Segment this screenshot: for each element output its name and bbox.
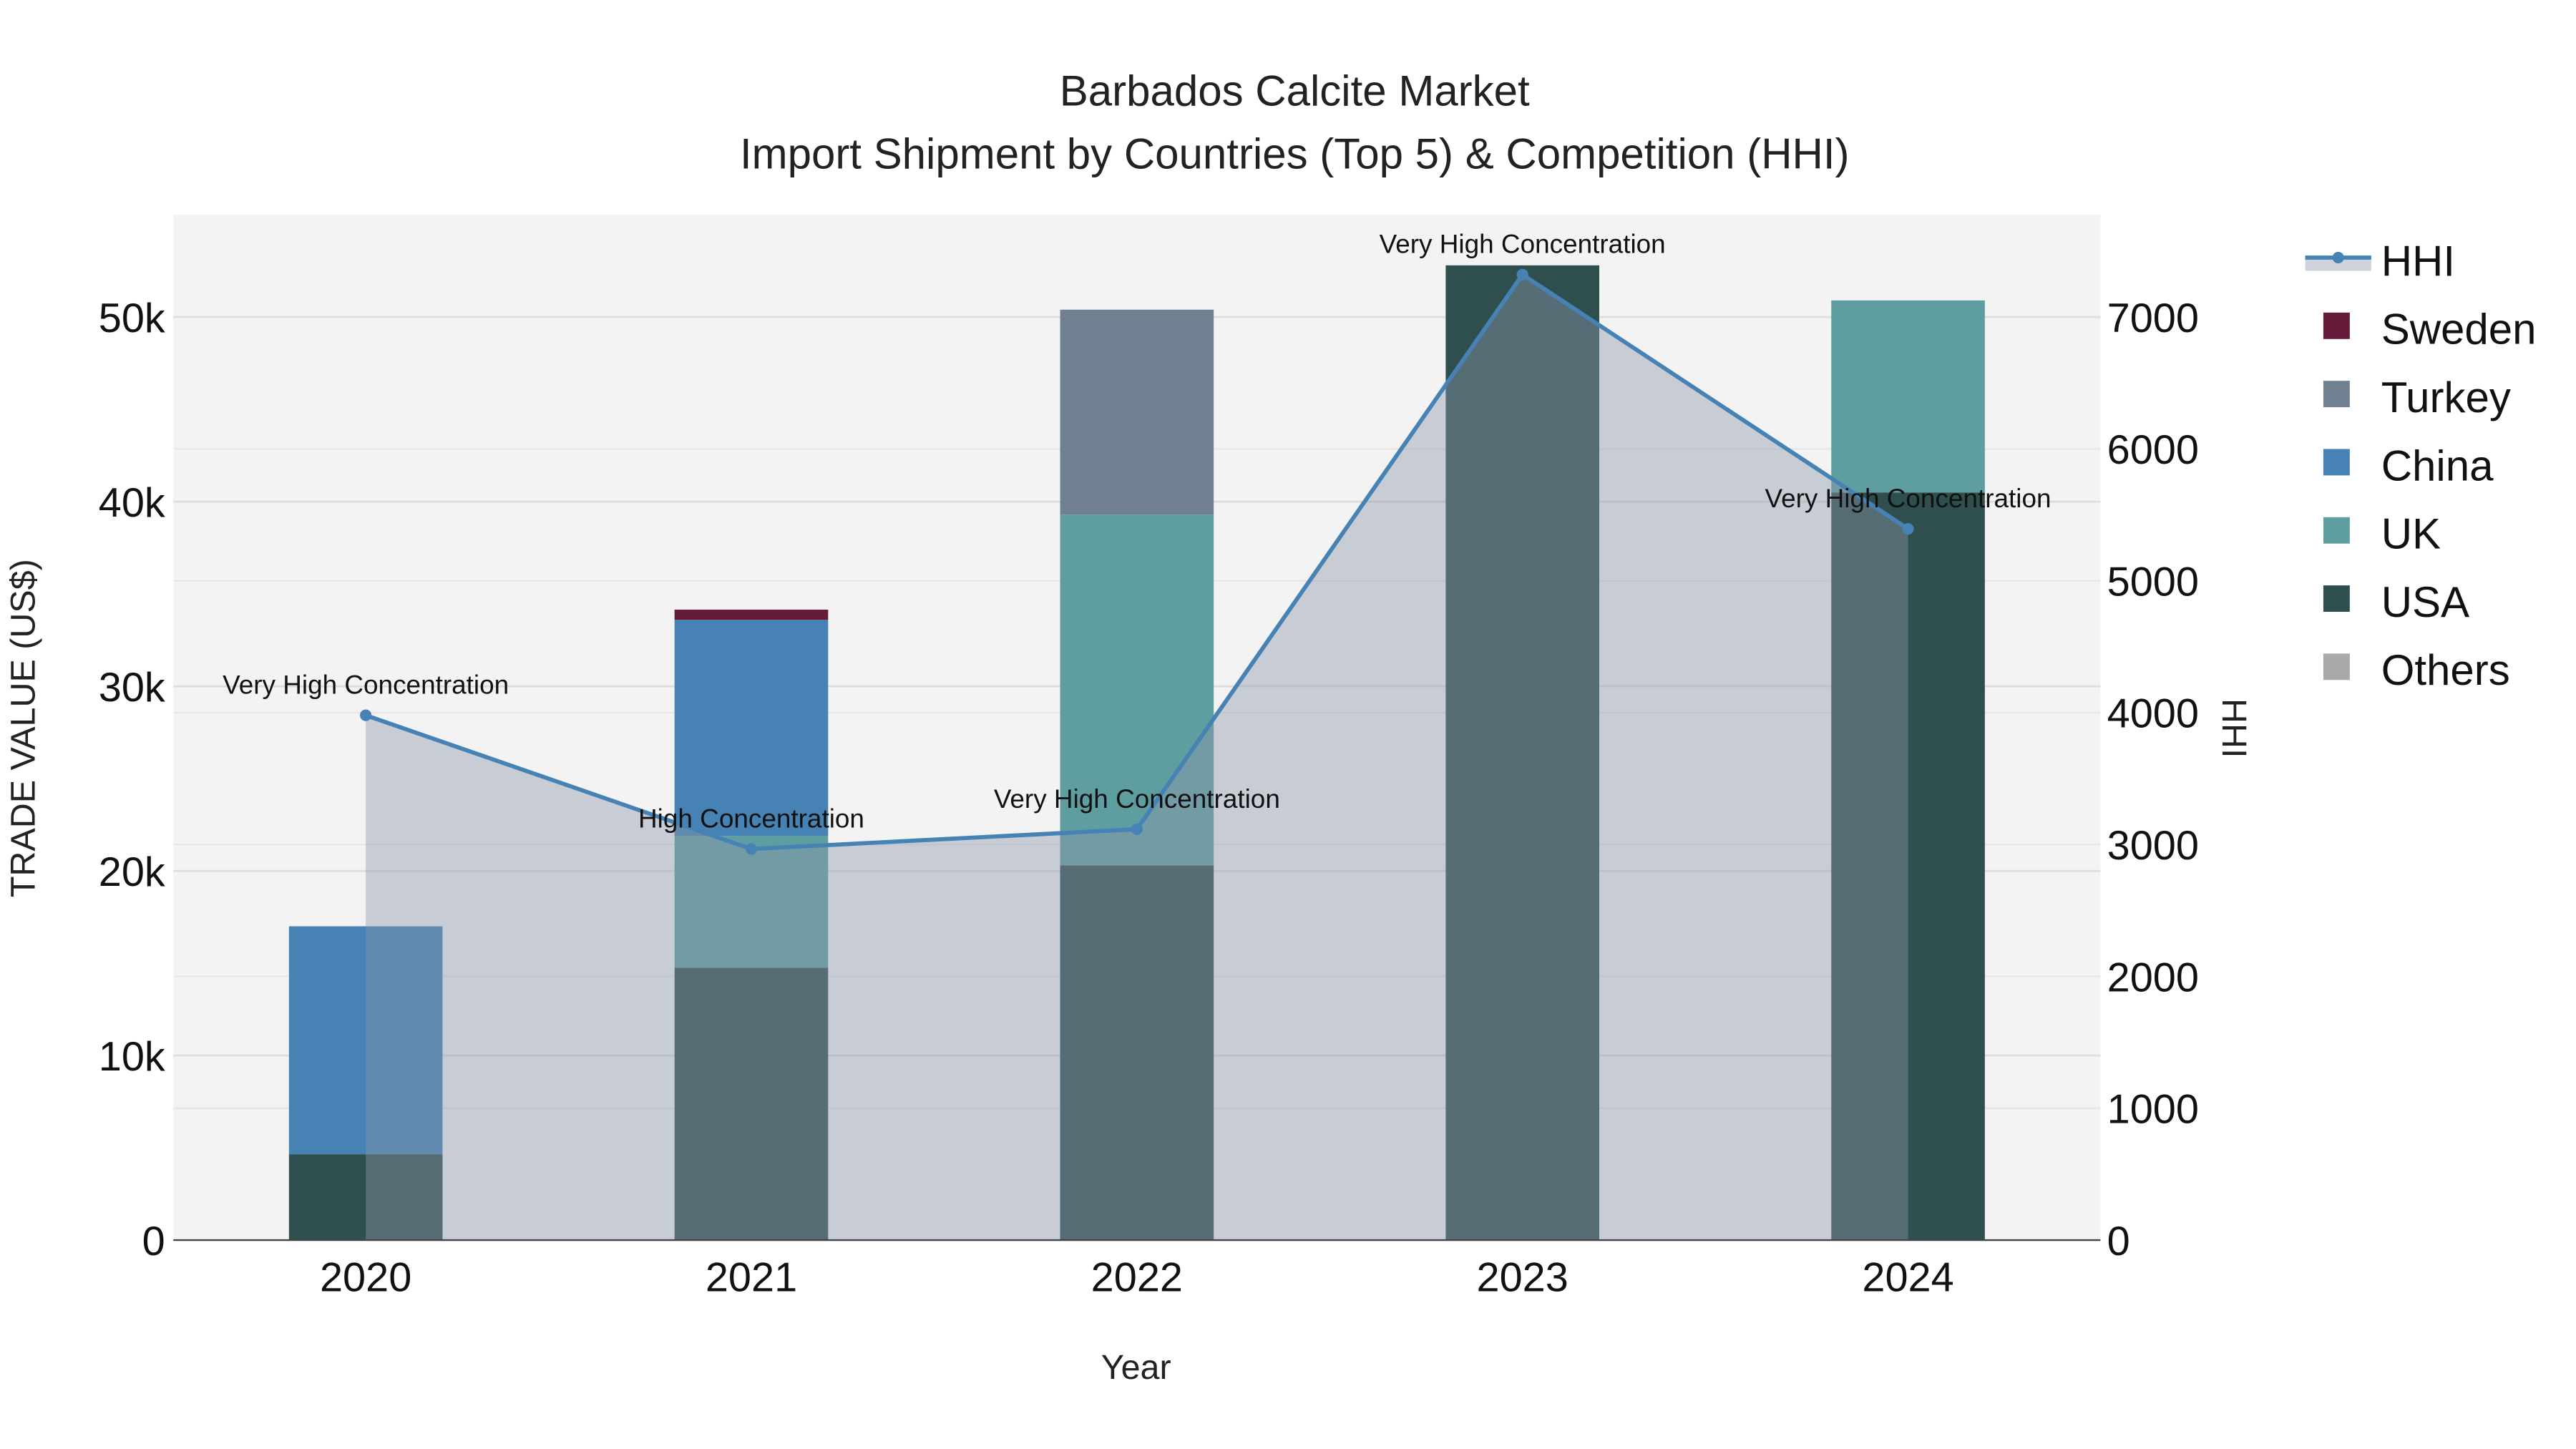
legend-swatch-icon xyxy=(2323,517,2350,544)
y2-tick-label: 7000 xyxy=(2107,296,2199,341)
legend-swatch-icon xyxy=(2323,653,2350,680)
legend-label: Sweden xyxy=(2381,306,2537,353)
y2-tick-label: 5000 xyxy=(2107,559,2199,605)
legend-swatch-icon xyxy=(2323,312,2350,339)
y2-tick-label: 2000 xyxy=(2107,955,2199,1000)
bar-turkey-2022[interactable] xyxy=(1060,309,1214,515)
y2-tick-label: 0 xyxy=(2107,1219,2130,1264)
x-tick-label: 2022 xyxy=(1091,1255,1183,1301)
chart: Very High Concentration High Concentratio… xyxy=(0,0,2576,1449)
legend-label: HHI xyxy=(2381,237,2455,285)
y2-tick-label: 6000 xyxy=(2107,427,2199,473)
hhi-point-2022[interactable] xyxy=(1131,823,1143,835)
y2-tick-label: 4000 xyxy=(2107,691,2199,737)
x-tick-label: 2020 xyxy=(320,1255,411,1301)
x-axis-label: Year xyxy=(1101,1348,1171,1387)
x-tick-label: 2024 xyxy=(1862,1255,1953,1301)
legend-label: Others xyxy=(2381,646,2510,694)
y-axis-label: TRADE VALUE (US$) xyxy=(4,559,42,897)
legend-label: USA xyxy=(2381,578,2469,626)
y-tick-label: 10k xyxy=(99,1034,165,1080)
hhi-point-2020[interactable] xyxy=(360,709,372,721)
legend-label: Turkey xyxy=(2381,374,2511,421)
legend-swatch-icon xyxy=(2323,585,2350,612)
y-tick-label: 20k xyxy=(99,849,165,895)
hhi-point-2021[interactable] xyxy=(745,843,758,855)
y-tick-label: 30k xyxy=(99,665,165,711)
legend-label: China xyxy=(2381,441,2494,489)
legend-label: UK xyxy=(2381,510,2441,558)
bar-uk-2024[interactable] xyxy=(1831,300,1985,493)
x-tick-label: 2021 xyxy=(706,1255,797,1301)
y2-tick-label: 3000 xyxy=(2107,823,2199,869)
legend-swatch-icon xyxy=(2323,449,2350,476)
hhi-annotation: Very High Concentration xyxy=(1380,230,1666,259)
bar-sweden-2021[interactable] xyxy=(674,610,829,620)
x-tick-label: 2023 xyxy=(1477,1255,1568,1301)
hhi-legend-marker-icon xyxy=(2332,251,2344,264)
y2-tick-label: 1000 xyxy=(2107,1087,2199,1133)
hhi-annotation: Very High Concentration xyxy=(223,670,509,700)
hhi-annotation: High Concentration xyxy=(638,804,864,833)
chart-title: Barbados Calcite Market xyxy=(1060,67,1530,115)
y2-axis-label: HHI xyxy=(2215,698,2253,758)
y-tick-label: 0 xyxy=(142,1219,165,1264)
hhi-annotation: Very High Concentration xyxy=(1765,484,2051,513)
hhi-point-2023[interactable] xyxy=(1516,268,1528,280)
y-tick-label: 40k xyxy=(99,480,165,526)
legend-swatch-icon xyxy=(2323,381,2350,408)
y-tick-label: 50k xyxy=(99,296,165,341)
chart-subtitle: Import Shipment by Countries (Top 5) & C… xyxy=(740,130,1850,177)
hhi-annotation: Very High Concentration xyxy=(994,784,1280,814)
hhi-point-2024[interactable] xyxy=(1902,522,1914,535)
